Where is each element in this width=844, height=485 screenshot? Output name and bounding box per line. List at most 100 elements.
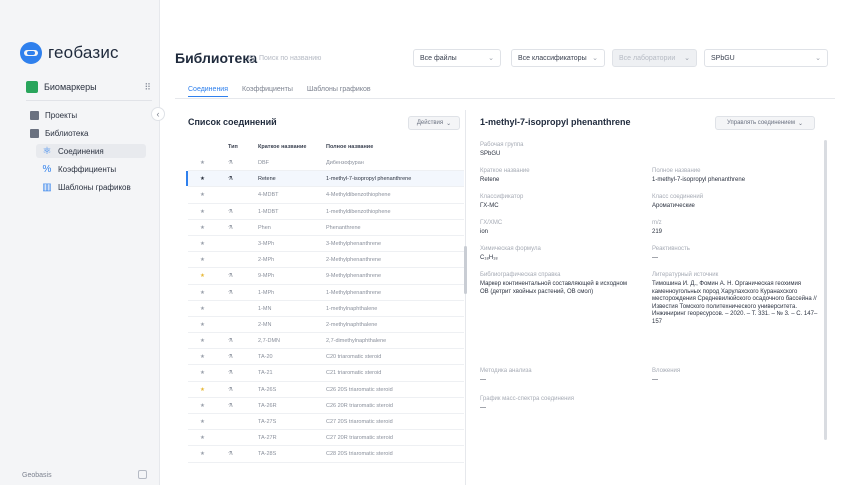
table-row[interactable]: ★ ⚗ TA-21 C21 triaromatic steroid: [188, 365, 464, 382]
field-value: Тимошина И. Д., Фомин А. Н. Органическая…: [652, 281, 818, 325]
filter-group[interactable]: SPbGU ⌄: [704, 49, 828, 67]
dots-grid-icon[interactable]: ⠿: [144, 82, 151, 93]
table-row[interactable]: ★ ⚗ 1-MDBT 1-methyldibenzothiophene: [188, 204, 464, 220]
table-row[interactable]: ★ 3-MPh 3-Methylphenanthrene: [188, 236, 464, 253]
sidebar-subitem-chart-templates[interactable]: ▥ Шаблоны графиков: [42, 180, 131, 194]
logout-icon[interactable]: [138, 470, 147, 479]
table-row[interactable]: ★ ⚗ 1-MPh 1-Methylphenanthrene: [188, 285, 464, 301]
manage-compound-button[interactable]: Управлять соединением ⌄: [715, 116, 815, 130]
favorite-star-icon[interactable]: ★: [200, 338, 205, 344]
sidebar-subitem-compounds[interactable]: ⚛ Соединения: [36, 144, 146, 158]
chevron-down-icon: ⌄: [592, 55, 598, 62]
favorite-star-icon[interactable]: ★: [200, 419, 205, 425]
favorite-star-icon[interactable]: ★: [200, 354, 205, 360]
favorite-star-icon[interactable]: ★: [200, 160, 205, 166]
field-label: Краткое название: [480, 168, 530, 174]
favorite-star-icon[interactable]: ★: [200, 387, 205, 393]
field-label: Методика анализа: [480, 368, 532, 374]
field-value: Маркер континентальной составляющей в ис…: [480, 281, 628, 295]
logo[interactable]: геобазис: [20, 42, 119, 64]
cell-short-name: TA-28S: [258, 451, 277, 458]
cell-full-name: Phenanthrene: [326, 224, 361, 231]
search-input[interactable]: Поиск по названию: [248, 51, 388, 65]
field-value: ГХ-МС: [480, 203, 499, 209]
table-row[interactable]: ★ 2-MN 2-methylnaphthalene: [188, 317, 464, 334]
table-row[interactable]: ★ TA-27R C27 20R triaromatic steroid: [188, 430, 464, 447]
table-row[interactable]: ★ ⚗ TA-20 C20 triaromatic steroid: [188, 349, 464, 366]
detail-scrollbar[interactable]: [824, 140, 827, 440]
cell-short-name: TA-26S: [258, 386, 277, 393]
field-reactivity: Реактивность —: [652, 246, 822, 263]
filter-value: Все классификаторы: [518, 54, 587, 62]
field-method: Методика анализа —: [480, 368, 630, 385]
table-row[interactable]: ★ ⚗ Retene 1-methyl-7-isopropyl phenanthren…: [186, 171, 464, 188]
cell-full-name: 2-methylnaphthalene: [326, 321, 378, 328]
favorite-star-icon[interactable]: ★: [200, 209, 205, 215]
column-header-full-name[interactable]: Полное название: [326, 144, 373, 150]
table-scrollbar[interactable]: [464, 246, 467, 294]
favorite-star-icon[interactable]: ★: [200, 322, 205, 328]
actions-dropdown-button[interactable]: Действия ⌄: [408, 116, 460, 130]
table-row[interactable]: ★ ⚗ TA-28S C28 20S triaromatic steroid: [188, 446, 464, 463]
sidebar-item-projects[interactable]: Проекты: [30, 108, 77, 122]
cell-short-name: 9-MPh: [258, 273, 275, 280]
sidebar-subitem-coefficients[interactable]: % Коэффициенты: [42, 162, 117, 176]
table-row[interactable]: ★ ⚗ TA-26S C26 20S triaromatic steroid: [188, 382, 464, 398]
cell-short-name: TA-27R: [258, 435, 277, 442]
table-row[interactable]: ★ TA-27S C27 20S triaromatic steroid: [188, 414, 464, 431]
compound-type-icon: ⚗: [228, 224, 233, 231]
favorite-star-icon[interactable]: ★: [200, 273, 205, 279]
favorite-star-icon[interactable]: ★: [200, 192, 205, 198]
tab-compounds[interactable]: Соединения: [188, 86, 229, 97]
user-name[interactable]: Geobasis: [22, 472, 52, 479]
field-attachments: Вложения —: [652, 368, 822, 385]
field-value: SPbGU: [480, 151, 501, 157]
favorite-star-icon[interactable]: ★: [200, 290, 205, 296]
table-row[interactable]: ★ 1-MN 1-methylnaphthalene: [188, 301, 464, 317]
table-row[interactable]: ★ ⚗ 2,7-DMN 2,7-dimethylnaphthalene: [188, 333, 464, 350]
field-classifier: Классификатор ГХ-МС: [480, 194, 630, 211]
filter-classifiers[interactable]: Все классификаторы ⌄: [511, 49, 605, 67]
cell-short-name: DBF: [258, 160, 269, 166]
favorite-star-icon[interactable]: ★: [200, 176, 205, 182]
table-row[interactable]: ★ ⚗ 9-MPh 9-Methylphenanthrene: [188, 268, 464, 285]
table-row[interactable]: ★ ⚗ DBF Дибензофуран: [188, 155, 464, 172]
favorite-star-icon[interactable]: ★: [200, 435, 205, 441]
table-row[interactable]: ★ 4-MDBT 4-Methyldibenzothiophene: [188, 187, 464, 204]
favorite-star-icon[interactable]: ★: [200, 241, 205, 247]
compound-type-icon: ⚗: [228, 402, 233, 409]
favorite-star-icon[interactable]: ★: [200, 306, 205, 312]
field-label: ГХ/ХМС: [480, 220, 503, 226]
field-bibliography: Библиографическая справка Маркер контине…: [480, 272, 630, 296]
tab-chart-templates[interactable]: Шаблоны графиков: [307, 86, 371, 97]
table-row[interactable]: ★ ⚗ TA-26R C26 20R triaromatic steroid: [188, 398, 464, 414]
table-header: Тип Краткое название Полное название: [188, 142, 463, 154]
folder-icon: [30, 110, 39, 120]
filter-files[interactable]: Все файлы ⌄: [413, 49, 501, 67]
cell-full-name: 2,7-dimethylnaphthalene: [326, 338, 387, 345]
favorite-star-icon[interactable]: ★: [200, 403, 205, 409]
molecule-icon: ⚛: [42, 145, 52, 157]
cell-full-name: C21 triaromatic steroid: [326, 370, 382, 377]
cell-short-name: TA-21: [258, 370, 273, 377]
field-label: Полное название: [652, 168, 701, 174]
sidebar-collapse-button[interactable]: ‹: [151, 107, 165, 121]
field-label: m/z: [652, 220, 662, 226]
table-row[interactable]: ★ 2-MPh 2-Methylphenanthrene: [188, 252, 464, 269]
workspace-icon: [26, 81, 38, 93]
sidebar-item-label: Библиотека: [45, 128, 89, 138]
column-header-short-name[interactable]: Краткое название: [258, 144, 306, 150]
favorite-star-icon[interactable]: ★: [200, 225, 205, 231]
column-header-type[interactable]: Тип: [228, 144, 238, 150]
workspace-selector[interactable]: Биомаркеры ⠿: [26, 78, 151, 96]
manage-label: Управлять соединением: [726, 120, 795, 126]
favorite-star-icon[interactable]: ★: [200, 370, 205, 376]
field-value: 1-methyl-7-isopropyl phenanthrene: [652, 177, 746, 183]
compound-type-icon: ⚗: [228, 451, 233, 458]
compound-type-icon: ⚗: [228, 289, 233, 296]
table-row[interactable]: ★ ⚗ Phen Phenanthrene: [188, 220, 464, 236]
sidebar-item-library[interactable]: Библиотека: [30, 126, 89, 140]
tab-coefficients[interactable]: Коэффициенты: [242, 86, 293, 97]
favorite-star-icon[interactable]: ★: [200, 451, 205, 457]
favorite-star-icon[interactable]: ★: [200, 257, 205, 263]
